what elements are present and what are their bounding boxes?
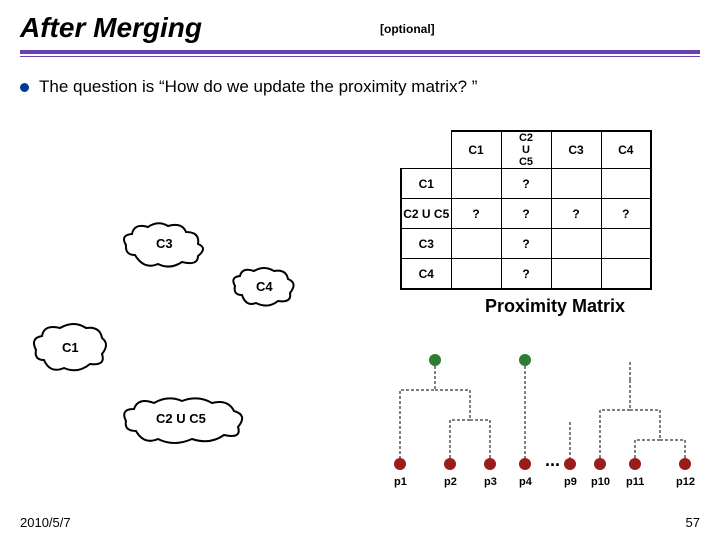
- title-rule: [20, 50, 700, 54]
- title-rule-thin: [20, 56, 700, 57]
- col-header: C1: [451, 131, 501, 169]
- matrix-cell: ?: [501, 169, 551, 199]
- matrix-cell: [551, 169, 601, 199]
- footer-page: 57: [686, 515, 700, 530]
- matrix-cell: ?: [451, 199, 501, 229]
- bullet-item: The question is “How do we update the pr…: [20, 77, 700, 97]
- cluster-label: C2 U C5: [156, 411, 206, 426]
- row-header: C2 U C5: [401, 199, 451, 229]
- row-header: C3: [401, 229, 451, 259]
- row-header: C1: [401, 169, 451, 199]
- leaf-label: p12: [676, 476, 695, 488]
- optional-tag: [optional]: [380, 22, 435, 36]
- cluster-label: C1: [62, 340, 79, 355]
- matrix-cell: [551, 259, 601, 289]
- row-header: C4: [401, 259, 451, 289]
- leaf-label: p2: [444, 476, 457, 488]
- cluster-label: C3: [156, 236, 173, 251]
- dendrogram: ... p1 p2 p3 p4 p9 p10 p11 p12: [370, 350, 710, 500]
- cluster-label: C4: [256, 279, 273, 294]
- matrix-cell: ?: [501, 229, 551, 259]
- matrix-cell: [451, 259, 501, 289]
- matrix-cell: ?: [501, 199, 551, 229]
- cluster-c3: C3: [120, 220, 210, 273]
- matrix-cell: [601, 229, 651, 259]
- cluster-c4: C4: [230, 265, 300, 312]
- col-header: C2UC5: [501, 131, 551, 169]
- matrix-cell: [451, 229, 501, 259]
- leaf-label: p9: [564, 476, 577, 488]
- matrix-cell: [451, 169, 501, 199]
- page-title: After Merging: [20, 12, 700, 44]
- cluster-c2uc5: C2 U C5: [120, 395, 250, 448]
- leaf-label: p4: [519, 476, 533, 488]
- cluster-c1: C1: [30, 320, 110, 379]
- matrix-cell: ?: [551, 199, 601, 229]
- bullet-icon: [20, 83, 29, 92]
- col-header: C3: [551, 131, 601, 169]
- ellipsis: ...: [545, 450, 560, 470]
- leaf-label: p11: [626, 476, 644, 488]
- matrix-cell: [551, 229, 601, 259]
- leaf-label: p1: [394, 476, 407, 488]
- proximity-matrix: C1 C2UC5 C3 C4 C1 ? C2 U C5 ? ? ? ?: [400, 130, 700, 317]
- matrix-cell: [601, 259, 651, 289]
- matrix-cell: ?: [601, 199, 651, 229]
- leaf-label: p3: [484, 476, 497, 488]
- matrix-caption: Proximity Matrix: [410, 296, 700, 317]
- col-header: C4: [601, 131, 651, 169]
- leaf-label: p10: [591, 476, 610, 488]
- matrix-cell: ?: [501, 259, 551, 289]
- matrix-cell: [601, 169, 651, 199]
- footer-date: 2010/5/7: [20, 515, 71, 530]
- bullet-text: The question is “How do we update the pr…: [39, 77, 477, 97]
